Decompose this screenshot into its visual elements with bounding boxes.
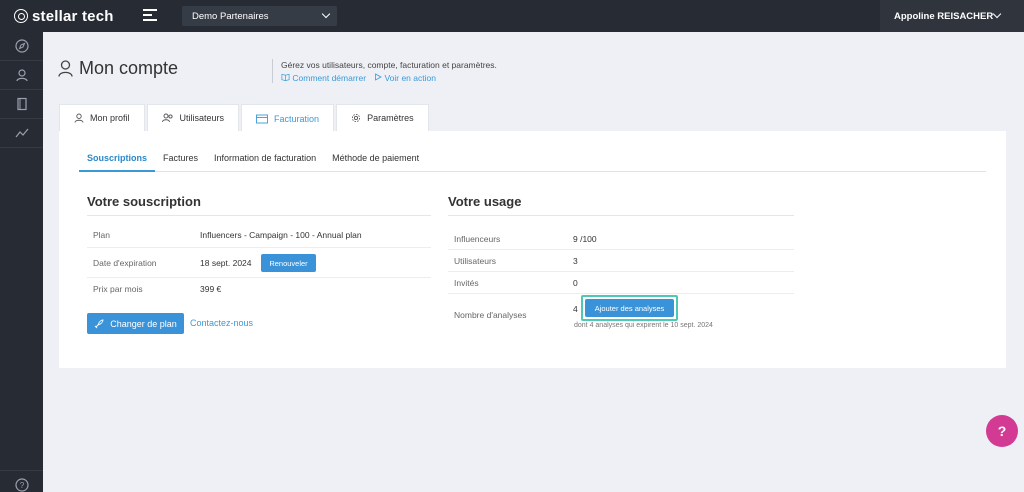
sidebar-item-influencers[interactable] xyxy=(0,61,43,90)
top-bar: stellar tech Demo Partenaires Appoline R… xyxy=(0,0,1024,32)
contact-us-link[interactable]: Contactez-nous xyxy=(190,318,253,328)
user-icon xyxy=(74,113,84,123)
header-divider xyxy=(272,59,273,83)
account-tabs: Mon profil Utilisateurs Facturation Para… xyxy=(59,104,431,132)
price-label: Prix par mois xyxy=(93,284,143,294)
billing-subtabs: Souscriptions Factures Information de fa… xyxy=(79,153,986,172)
tab-label: Paramètres xyxy=(367,113,414,123)
book-icon xyxy=(16,97,27,111)
expiry-row: Date d'expiration 18 sept. 2024 Renouvel… xyxy=(87,249,431,278)
chevron-down-icon xyxy=(992,9,1002,19)
subscription-title: Votre souscription xyxy=(87,194,201,209)
user-menu[interactable]: Appoline REISACHER xyxy=(880,0,1024,32)
analyses-label: Nombre d'analyses xyxy=(454,310,527,320)
rocket-icon xyxy=(94,319,104,328)
tab-users[interactable]: Utilisateurs xyxy=(146,104,240,131)
tab-profile[interactable]: Mon profil xyxy=(59,104,145,131)
section-divider xyxy=(87,215,431,216)
plan-row: Plan Influencers - Campaign - 100 - Annu… xyxy=(87,226,431,248)
influencers-label: Influenceurs xyxy=(454,234,501,244)
guests-value: 0 xyxy=(573,278,578,288)
usage-title: Votre usage xyxy=(448,194,522,209)
getting-started-link[interactable]: Comment démarrer xyxy=(281,73,366,83)
page-title-text: Mon compte xyxy=(79,58,179,78)
subtab-invoices[interactable]: Factures xyxy=(155,153,206,172)
tab-billing[interactable]: Facturation xyxy=(241,104,335,132)
users-row: Utilisateurs 3 xyxy=(448,251,794,272)
compass-icon xyxy=(14,39,29,53)
play-icon xyxy=(375,73,382,81)
users-icon xyxy=(161,113,173,123)
help-button[interactable]: ? xyxy=(986,415,1018,447)
guests-label: Invités xyxy=(454,278,479,288)
header-links: Comment démarrer Voir en action xyxy=(281,73,436,83)
help-circle-icon: ? xyxy=(14,478,29,492)
influencers-value: 9 /100 xyxy=(573,234,597,244)
change-plan-label: Changer de plan xyxy=(110,318,177,329)
gear-icon xyxy=(352,113,361,123)
influencers-row: Influenceurs 9 /100 xyxy=(448,229,794,250)
header-description: Gérez vos utilisateurs, compte, facturat… xyxy=(281,60,497,70)
organization-select[interactable]: Demo Partenaires xyxy=(182,6,337,26)
plan-label: Plan xyxy=(93,230,111,240)
chevron-down-icon xyxy=(321,9,331,19)
see-in-action-label: Voir en action xyxy=(384,73,436,83)
expiry-label: Date d'expiration xyxy=(93,258,157,268)
section-divider xyxy=(448,215,794,216)
billing-panel: Souscriptions Factures Information de fa… xyxy=(59,131,1006,368)
user-name: Appoline REISACHER xyxy=(894,10,994,22)
brand-logo[interactable]: stellar tech xyxy=(14,6,114,26)
tab-label: Mon profil xyxy=(90,113,130,123)
sidebar-item-reports[interactable] xyxy=(0,119,43,148)
change-plan-button[interactable]: Changer de plan xyxy=(87,313,184,334)
analyses-note: dont 4 analyses qui expirent le 10 sept.… xyxy=(574,322,713,329)
tab-settings[interactable]: Paramètres xyxy=(336,104,429,131)
renew-button[interactable]: Renouveler xyxy=(261,254,316,272)
subtab-payment-method[interactable]: Méthode de paiement xyxy=(324,153,427,172)
expiry-value: 18 sept. 2024 xyxy=(200,258,252,268)
users-label: Utilisateurs xyxy=(454,256,497,266)
price-row: Prix par mois 399 € xyxy=(87,279,431,301)
sidebar-item-explore[interactable] xyxy=(0,32,43,61)
subtab-subscriptions[interactable]: Souscriptions xyxy=(79,153,156,172)
user-icon xyxy=(58,60,73,77)
add-analyses-button[interactable]: Ajouter des analyses xyxy=(585,299,674,317)
sidebar-item-help[interactable]: ? xyxy=(0,470,43,492)
trend-chart-icon xyxy=(15,128,28,138)
user-icon xyxy=(15,69,28,82)
analyses-value: 4 xyxy=(573,304,578,314)
menu-toggle-icon[interactable] xyxy=(143,9,157,21)
users-value: 3 xyxy=(573,256,578,266)
tab-label: Utilisateurs xyxy=(179,113,225,123)
card-icon xyxy=(256,114,268,123)
sidebar: ? xyxy=(0,32,43,492)
sidebar-item-lists[interactable] xyxy=(0,90,43,119)
page-title: Mon compte xyxy=(58,58,178,79)
logo-icon xyxy=(14,9,28,23)
organization-value: Demo Partenaires xyxy=(192,10,269,22)
guests-row: Invités 0 xyxy=(448,273,794,294)
getting-started-label: Comment démarrer xyxy=(292,73,367,83)
subtab-billing-info[interactable]: Information de facturation xyxy=(206,153,324,172)
see-in-action-link[interactable]: Voir en action xyxy=(374,73,436,83)
tab-label: Facturation xyxy=(274,113,320,124)
brand-name: stellar tech xyxy=(32,7,114,25)
svg-text:?: ? xyxy=(19,481,24,490)
plan-value: Influencers - Campaign - 100 - Annual pl… xyxy=(200,230,362,240)
book-open-icon xyxy=(281,73,290,81)
price-value: 399 € xyxy=(200,284,222,294)
